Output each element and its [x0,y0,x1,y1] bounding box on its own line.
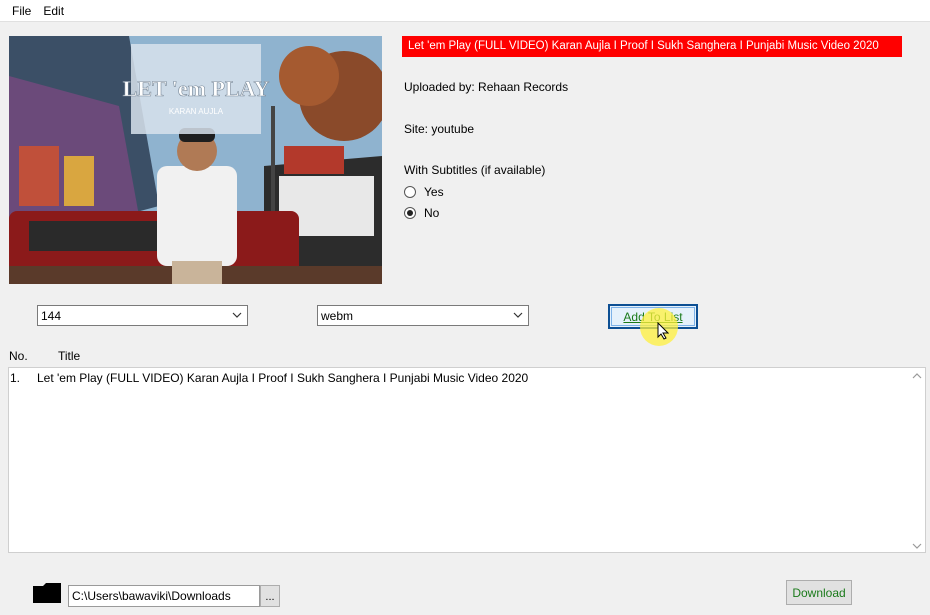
menu-file[interactable]: File [6,4,37,18]
subtitles-label: With Subtitles (if available) [404,163,546,177]
column-header-title[interactable]: Title [58,349,80,363]
subtitle-yes-option[interactable]: Yes [404,185,444,199]
format-select[interactable]: webm [317,305,529,326]
menu-edit[interactable]: Edit [37,4,70,18]
video-title: Let 'em Play (FULL VIDEO) Karan Aujla I … [402,36,902,57]
video-thumbnail: LET 'em PLAY KARAN AUJLA [9,36,382,284]
radio-no[interactable] [404,207,416,219]
scroll-up-arrow-icon[interactable] [912,372,922,380]
subtitle-no-option[interactable]: No [404,206,439,220]
quality-select[interactable]: 144 [37,305,248,326]
radio-yes-label: Yes [424,185,444,199]
list-item-title: Let 'em Play (FULL VIDEO) Karan Aujla I … [37,371,529,385]
download-path-field[interactable]: C:\Users\bawaviki\Downloads [68,585,260,607]
download-button[interactable]: Download [786,580,852,605]
menu-bar: File Edit [0,0,930,22]
thumbnail-title-text: LET 'em PLAY [123,76,270,101]
browse-button[interactable]: ... [260,585,280,607]
chevron-down-icon [513,312,523,318]
download-list[interactable]: 1. Let 'em Play (FULL VIDEO) Karan Aujla… [8,367,926,553]
radio-no-label: No [424,206,440,220]
quality-select-value: 144 [41,308,62,323]
uploaded-by-label: Uploaded by: Rehaan Records [404,80,569,94]
scroll-down-arrow-icon[interactable] [912,542,922,550]
thumbnail-subtitle-text: KARAN AUJLA [169,107,224,116]
format-select-value: webm [321,308,354,323]
mouse-pointer-icon [657,322,669,340]
column-header-no[interactable]: No. [9,349,28,363]
site-label: Site: youtube [404,122,475,136]
list-item[interactable]: 1. Let 'em Play (FULL VIDEO) Karan Aujla… [9,371,528,385]
chevron-down-icon [232,312,242,318]
radio-yes[interactable] [404,186,416,198]
list-item-number: 1. [10,371,21,385]
folder-icon [33,583,61,603]
